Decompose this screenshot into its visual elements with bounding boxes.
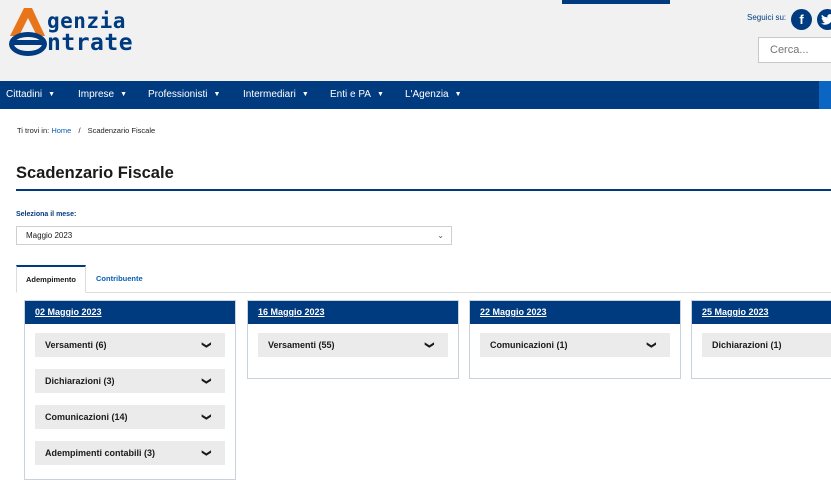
accordion-label: Comunicazioni (1) — [490, 340, 568, 350]
month-select-value: Maggio 2023 — [26, 231, 73, 240]
chevron-down-icon: ⌄ — [437, 231, 444, 240]
deadline-card: 22 Maggio 2023 Comunicazioni (1) ❯ — [469, 300, 681, 379]
breadcrumb-separator: / — [78, 126, 81, 135]
search-input[interactable] — [768, 43, 831, 57]
facebook-icon[interactable]: f — [791, 9, 812, 30]
accordion-item[interactable]: Comunicazioni (1) ❯ — [480, 333, 670, 357]
accordion-label: Versamenti (6) — [45, 340, 107, 350]
accordion-label: Versamenti (55) — [268, 340, 335, 350]
logo-text-line2: ntrate — [47, 30, 134, 56]
caret-down-icon: ▼ — [48, 91, 56, 98]
deadline-card: 16 Maggio 2023 Versamenti (55) ❯ — [247, 300, 459, 379]
caret-down-icon: ▼ — [454, 91, 462, 98]
nav-label: Intermediari — [243, 89, 296, 100]
nav-item-agenzia[interactable]: L'Agenzia ▼ — [405, 81, 462, 109]
accordion-label: Dichiarazioni (1) — [712, 340, 782, 350]
twitter-bird-glyph — [821, 14, 831, 25]
twitter-icon[interactable] — [817, 9, 831, 30]
nav-item-enti-pa[interactable]: Enti e PA ▼ — [330, 81, 384, 109]
accordion-label: Comunicazioni (14) — [45, 412, 128, 422]
chevron-down-icon: ❯ — [202, 413, 213, 421]
breadcrumb-prefix: Ti trovi in: — [17, 126, 50, 135]
top-accent-bar — [562, 0, 670, 4]
card-date-link[interactable]: 16 Maggio 2023 — [248, 301, 458, 324]
accordion-label: Adempimenti contabili (3) — [45, 448, 156, 458]
month-select[interactable]: Maggio 2023 ⌄ — [16, 226, 452, 245]
nav-item-cittadini[interactable]: Cittadini ▼ — [6, 81, 55, 109]
nav-label: Cittadini — [6, 89, 43, 100]
title-divider — [16, 189, 831, 191]
accordion-item[interactable]: Versamenti (6) ❯ — [35, 333, 225, 357]
month-select-label: Seleziona il mese: — [16, 211, 77, 218]
accordion-item[interactable]: Dichiarazioni (3) ❯ — [35, 369, 225, 393]
chevron-down-icon: ❯ — [202, 449, 213, 457]
chevron-down-icon: ❯ — [202, 341, 213, 349]
accordion-label: Dichiarazioni (3) — [45, 376, 115, 386]
chevron-down-icon: ❯ — [425, 341, 436, 349]
breadcrumb: Ti trovi in: Home / Scadenzario Fiscale — [17, 126, 155, 135]
agenzia-entrate-logo[interactable]: genzia ntrate — [7, 6, 167, 62]
breadcrumb-current: Scadenzario Fiscale — [87, 126, 156, 135]
accordion-item[interactable]: Dichiarazioni (1) — [702, 333, 831, 357]
nav-item-imprese[interactable]: Imprese ▼ — [78, 81, 127, 109]
caret-down-icon: ▼ — [301, 91, 309, 98]
deadline-card: 25 Maggio 2023 Dichiarazioni (1) — [691, 300, 831, 379]
page-title: Scadenzario Fiscale — [16, 164, 174, 182]
social-label: Seguici su: — [747, 13, 787, 22]
deadline-card: 02 Maggio 2023 Versamenti (6) ❯ Dichiaraz… — [24, 300, 236, 480]
caret-down-icon: ▼ — [120, 91, 128, 98]
tab-label: Contribuente — [96, 274, 143, 283]
card-date-link[interactable]: 25 Maggio 2023 — [692, 301, 831, 324]
chevron-down-icon: ❯ — [202, 377, 213, 385]
nav-side-button[interactable] — [819, 81, 831, 109]
accordion-item[interactable]: Versamenti (55) ❯ — [258, 333, 448, 357]
main-nav: Cittadini ▼ Imprese ▼ Professionisti ▼ Inte… — [0, 81, 831, 109]
nav-item-intermediari[interactable]: Intermediari ▼ — [243, 81, 309, 109]
card-date-link[interactable]: 22 Maggio 2023 — [470, 301, 680, 324]
accordion-item[interactable]: Comunicazioni (14) ❯ — [35, 405, 225, 429]
card-date-link[interactable]: 02 Maggio 2023 — [25, 301, 235, 324]
tab-bar: Adempimento Contribuente — [16, 265, 831, 293]
tab-adempimento[interactable]: Adempimento — [16, 265, 87, 293]
nav-label: L'Agenzia — [405, 89, 449, 100]
tab-label: Adempimento — [26, 275, 77, 284]
nav-label: Imprese — [78, 89, 115, 100]
logo-mark-icon — [9, 8, 47, 56]
nav-item-professionisti[interactable]: Professionisti ▼ — [148, 81, 220, 109]
caret-down-icon: ▼ — [213, 91, 221, 98]
chevron-down-icon: ❯ — [647, 341, 658, 349]
site-header: genzia ntrate Seguici su: f — [0, 0, 831, 81]
search-box — [758, 37, 831, 63]
nav-label: Professionisti — [148, 89, 208, 100]
tab-contribuente[interactable]: Contribuente — [87, 265, 152, 291]
breadcrumb-home-link[interactable]: Home — [51, 126, 71, 135]
caret-down-icon: ▼ — [376, 91, 384, 98]
accordion-item[interactable]: Adempimenti contabili (3) ❯ — [35, 441, 225, 465]
nav-label: Enti e PA — [330, 89, 371, 100]
